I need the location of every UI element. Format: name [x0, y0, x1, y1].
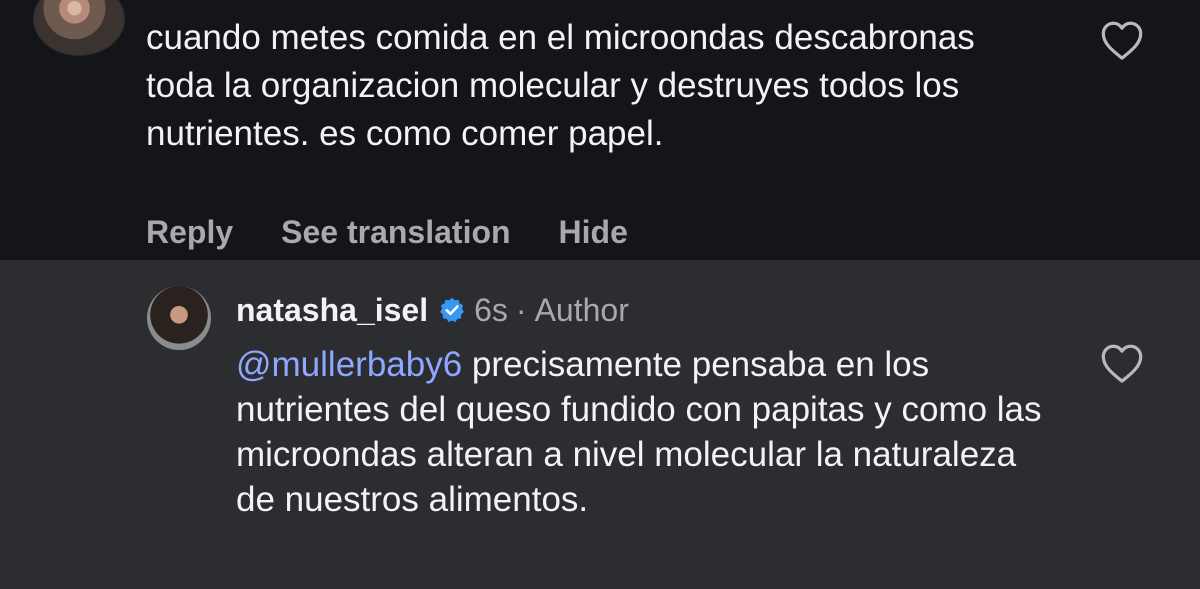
- reply-button[interactable]: Reply: [146, 214, 233, 251]
- hide-button[interactable]: Hide: [559, 214, 628, 251]
- parent-comment: cuando metes comida en el microondas des…: [0, 0, 1200, 260]
- comment-actions: Reply See translation Hide: [146, 214, 628, 251]
- avatar[interactable]: [33, 0, 125, 56]
- author-label: Author: [534, 292, 629, 328]
- comments-thread: cuando metes comida en el microondas des…: [0, 0, 1200, 589]
- comment-text: @mullerbaby6 precisamente pensaba en los…: [236, 342, 1056, 522]
- username[interactable]: natasha_isel: [236, 290, 428, 330]
- see-translation-button[interactable]: See translation: [281, 214, 510, 251]
- avatar[interactable]: [147, 286, 211, 350]
- verified-badge-icon: [440, 297, 465, 323]
- mention-link[interactable]: @mullerbaby6: [236, 345, 462, 384]
- reply-comment: natasha_isel 6s · Author @mullerbaby6 pr…: [0, 260, 1200, 589]
- heart-icon[interactable]: [1099, 19, 1145, 61]
- reply-header: natasha_isel 6s · Author: [236, 290, 629, 330]
- heart-icon[interactable]: [1099, 342, 1145, 384]
- separator: ·: [515, 292, 527, 328]
- comment-text: cuando metes comida en el microondas des…: [146, 18, 975, 153]
- timestamp: 6s: [474, 292, 508, 328]
